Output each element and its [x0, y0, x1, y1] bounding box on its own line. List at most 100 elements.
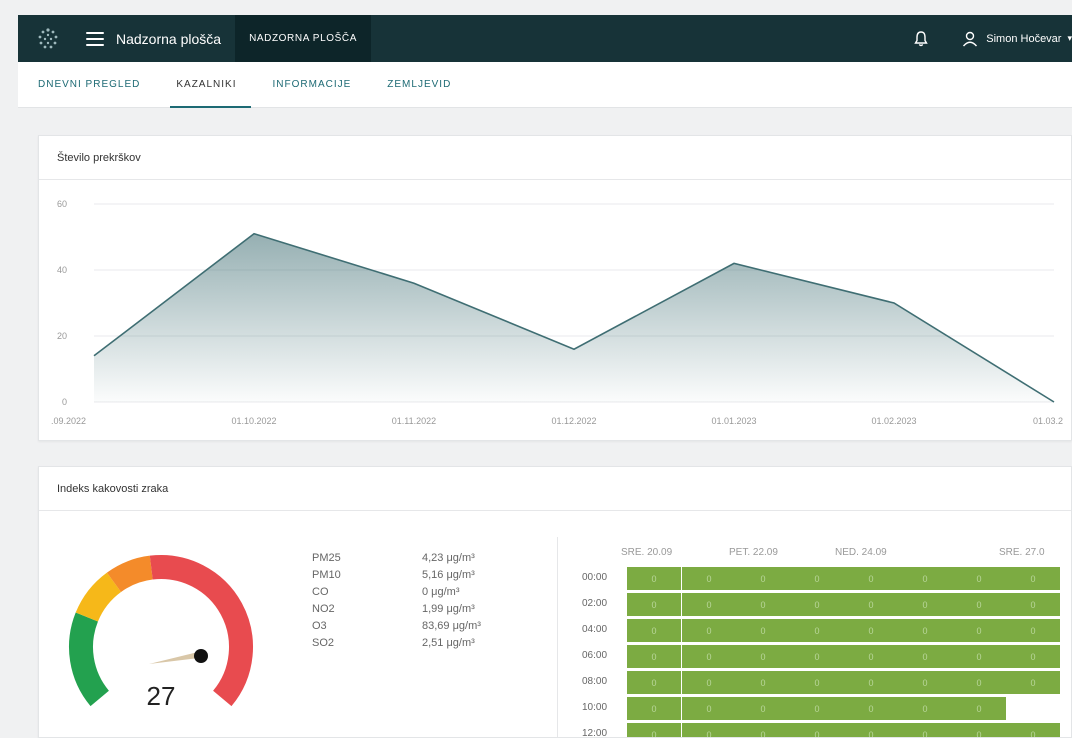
heatmap-cell[interactable]: 0 [952, 593, 1006, 616]
heatmap-cell[interactable]: 0 [1006, 645, 1060, 668]
heatmap-cell[interactable]: 0 [736, 671, 790, 694]
heatmap-cell[interactable]: 0 [844, 645, 898, 668]
y-tick-label: 0 [62, 397, 67, 407]
app-title: Nadzorna plošča [116, 30, 222, 47]
heatmap-cell[interactable]: 0 [790, 671, 844, 694]
heatmap-cell[interactable]: 0 [952, 567, 1006, 590]
heatmap-cell[interactable]: 0 [627, 567, 681, 590]
heatmap-cell[interactable]: 0 [736, 723, 790, 737]
heatmap-cell[interactable]: 0 [844, 671, 898, 694]
heatmap-cell[interactable]: 0 [898, 567, 952, 590]
heatmap-day-label: PET. 22.09 [729, 547, 778, 558]
heatmap-cell[interactable]: 0 [790, 619, 844, 642]
heatmap-cell[interactable]: 0 [1006, 567, 1060, 590]
pollutant-name: SO2 [312, 636, 335, 649]
heatmap-cell[interactable]: 0 [898, 697, 952, 720]
air-quality-card-title: Indeks kakovosti zraka [39, 467, 1071, 511]
pollutant-value: 5,16 μg/m³ [422, 568, 475, 581]
pollutants-list: PM25 4,23 μg/m³ PM10 5,16 μg/m³ CO 0 μg/m³ … [312, 549, 522, 651]
gauge-segment-good [69, 612, 110, 707]
heatmap-cell[interactable]: 0 [844, 723, 898, 737]
heatmap-cell[interactable]: 0 [627, 723, 681, 737]
x-tick-label: 01.10.2022 [231, 416, 276, 426]
heatmap-time-label: 00:00 [582, 572, 608, 583]
heatmap-cell[interactable]: 0 [844, 697, 898, 720]
gauge-segment-unhealthy [106, 555, 154, 593]
heatmap-cell[interactable]: 0 [682, 645, 736, 668]
top-bar: Nadzorna plošča NADZORNA PLOŠČA Simon Ho… [18, 15, 1072, 62]
heatmap-cell[interactable]: 0 [790, 697, 844, 720]
heatmap-cell[interactable]: 0 [898, 671, 952, 694]
logo-icon[interactable] [18, 15, 78, 62]
heatmap-cell[interactable]: 0 [736, 593, 790, 616]
heatmap-time-label: 12:00 [582, 728, 608, 738]
heatmap-cell[interactable]: 0 [1006, 593, 1060, 616]
y-tick-label: 20 [57, 331, 67, 341]
heatmap-day-label: NED. 24.09 [835, 547, 887, 558]
tab-dnevni-pregled[interactable]: DNEVNI PREGLED [24, 61, 154, 107]
heatmap-cell[interactable]: 0 [682, 593, 736, 616]
heatmap-day-label: SRE. 27.0 [999, 547, 1045, 558]
heatmap-cell[interactable]: 0 [898, 723, 952, 737]
heatmap-cell[interactable]: 0 [952, 723, 1006, 737]
heatmap-cell[interactable]: 0 [682, 567, 736, 590]
user-icon[interactable] [962, 31, 978, 47]
pollutant-row: NO2 1,99 μg/m³ [312, 600, 522, 617]
heatmap-time-label: 10:00 [582, 702, 608, 713]
heatmap-cell[interactable]: 0 [952, 645, 1006, 668]
pollutant-name: PM25 [312, 551, 341, 564]
heatmap-cell[interactable]: 0 [952, 671, 1006, 694]
air-quality-card: Indeks kakovosti zraka 27 PM25 4,23 μg/m³… [38, 466, 1072, 738]
tab-zemljevid[interactable]: ZEMLJEVID [373, 61, 465, 107]
sub-navigation: DNEVNI PREGLED KAZALNIKI INFORMACIJE ZEM… [18, 62, 1072, 108]
heatmap-cell[interactable]: 0 [736, 567, 790, 590]
heatmap-cell[interactable]: 0 [952, 619, 1006, 642]
heatmap-cell[interactable]: 0 [1006, 671, 1060, 694]
heatmap-cell[interactable]: 0 [952, 697, 1006, 720]
heatmap-cell[interactable]: 0 [627, 619, 681, 642]
pollutant-name: NO2 [312, 602, 335, 615]
gauge-needle [149, 652, 199, 664]
heatmap-cell[interactable]: 0 [844, 567, 898, 590]
heatmap-cell[interactable]: 0 [682, 619, 736, 642]
heatmap-cell[interactable]: 0 [627, 645, 681, 668]
chevron-down-icon[interactable]: ▾ [1067, 33, 1072, 44]
gauge-hub [194, 649, 208, 663]
heatmap-cell[interactable]: 0 [790, 567, 844, 590]
heatmap-cell[interactable]: 0 [844, 619, 898, 642]
heatmap-cell[interactable]: 0 [898, 645, 952, 668]
heatmap-cell[interactable]: 0 [627, 593, 681, 616]
heatmap-cell[interactable]: 0 [898, 593, 952, 616]
pollutant-value: 83,69 μg/m³ [422, 619, 481, 632]
pollutant-name: PM10 [312, 568, 341, 581]
heatmap-cell[interactable]: 0 [1006, 619, 1060, 642]
heatmap-cell[interactable]: 0 [627, 671, 681, 694]
y-tick-label: 40 [57, 265, 67, 275]
heatmap-time-label: 08:00 [582, 676, 608, 687]
heatmap-cell[interactable]: 0 [844, 593, 898, 616]
heatmap-cell[interactable]: 0 [790, 645, 844, 668]
tab-informacije[interactable]: INFORMACIJE [259, 61, 366, 107]
heatmap-cell[interactable]: 0 [682, 697, 736, 720]
heatmap-cell[interactable]: 0 [736, 619, 790, 642]
tab-dashboard[interactable]: NADZORNA PLOŠČA [235, 15, 371, 62]
heatmap-time-label: 02:00 [582, 598, 608, 609]
heatmap-cell[interactable]: 0 [627, 697, 681, 720]
heatmap-cell[interactable]: 0 [736, 645, 790, 668]
heatmap-cell[interactable]: 0 [682, 671, 736, 694]
heatmap-cell[interactable]: 0 [790, 593, 844, 616]
bell-icon[interactable] [912, 30, 930, 48]
heatmap-time-label: 06:00 [582, 650, 608, 661]
heatmap-cell[interactable]: 0 [682, 723, 736, 737]
heatmap-cell[interactable]: 0 [898, 619, 952, 642]
hamburger-menu-icon[interactable] [86, 31, 104, 46]
y-tick-label: 60 [57, 199, 67, 209]
pollutant-name: O3 [312, 619, 327, 632]
user-name[interactable]: Simon Hočevar [986, 33, 1061, 45]
heatmap-cell[interactable]: 0 [1006, 723, 1060, 737]
heatmap-cell[interactable]: 0 [790, 723, 844, 737]
tab-kazalniki[interactable]: KAZALNIKI [162, 61, 251, 108]
series-area [94, 233, 1054, 402]
x-tick-label: .09.2022 [51, 416, 86, 426]
heatmap-cell[interactable]: 0 [736, 697, 790, 720]
